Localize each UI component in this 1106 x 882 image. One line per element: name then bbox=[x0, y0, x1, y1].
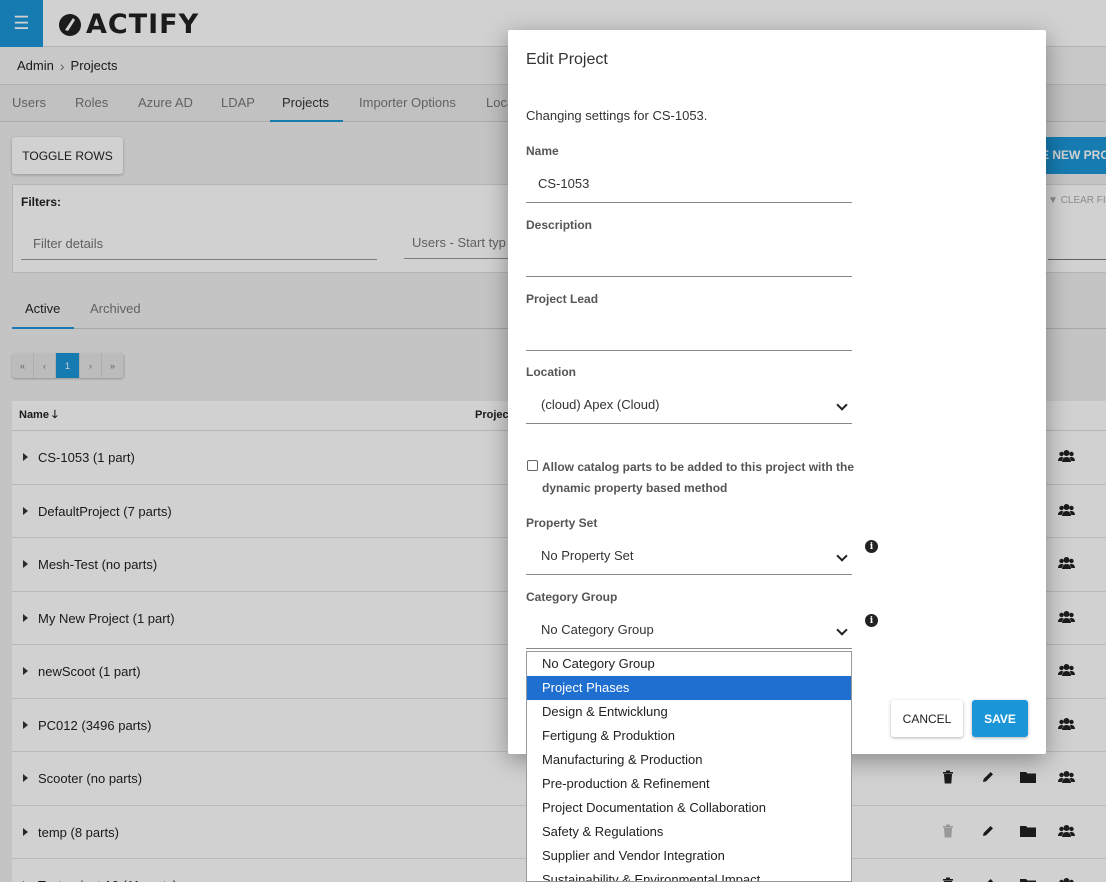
category-group-dropdown: No Category Group Project Phases Design & … bbox=[526, 651, 852, 882]
info-icon[interactable]: i bbox=[865, 614, 878, 627]
dialog-subtitle: Changing settings for CS-1053. bbox=[526, 108, 708, 123]
project-lead-input[interactable] bbox=[526, 315, 852, 351]
info-icon[interactable]: i bbox=[865, 540, 878, 553]
category-option[interactable]: Supplier and Vendor Integration bbox=[527, 844, 851, 868]
description-label: Description bbox=[526, 218, 593, 232]
property-set-label: Property Set bbox=[526, 516, 598, 530]
chevron-down-icon bbox=[836, 550, 848, 562]
location-value: (cloud) Apex (Cloud) bbox=[541, 397, 660, 412]
category-option[interactable]: Design & Entwicklung bbox=[527, 700, 851, 724]
property-set-value: No Property Set bbox=[541, 548, 634, 563]
category-option[interactable]: Manufacturing & Production bbox=[527, 748, 851, 772]
category-option[interactable]: Pre-production & Refinement bbox=[527, 772, 851, 796]
allow-catalog-checkbox[interactable] bbox=[527, 460, 538, 471]
category-option[interactable]: Project Documentation & Collaboration bbox=[527, 796, 851, 820]
chevron-down-icon bbox=[836, 399, 848, 411]
cancel-button[interactable]: CANCEL bbox=[891, 700, 963, 737]
location-select[interactable]: (cloud) Apex (Cloud) bbox=[526, 388, 852, 424]
category-option[interactable]: Sustainability & Environmental Impact bbox=[527, 868, 851, 881]
save-button[interactable]: SAVE bbox=[972, 700, 1028, 737]
dialog-title: Edit Project bbox=[526, 51, 608, 68]
name-input[interactable]: CS-1053 bbox=[526, 167, 852, 203]
category-group-label: Category Group bbox=[526, 590, 618, 604]
name-label: Name bbox=[526, 144, 559, 158]
edit-project-dialog: Edit Project Changing settings for CS-10… bbox=[508, 30, 1046, 754]
allow-catalog-label: Allow catalog parts to be added to this … bbox=[542, 460, 855, 495]
category-option[interactable]: Safety & Regulations bbox=[527, 820, 851, 844]
property-set-select[interactable]: No Property Set bbox=[526, 539, 852, 575]
project-lead-label: Project Lead bbox=[526, 292, 599, 306]
description-input[interactable] bbox=[526, 241, 852, 277]
category-option[interactable]: Fertigung & Produktion bbox=[527, 724, 851, 748]
location-label: Location bbox=[526, 365, 576, 379]
category-option[interactable]: No Category Group bbox=[527, 652, 851, 676]
chevron-down-icon bbox=[836, 624, 848, 636]
category-group-select[interactable]: No Category Group bbox=[526, 613, 852, 649]
category-group-value: No Category Group bbox=[541, 622, 654, 637]
category-option[interactable]: Project Phases bbox=[527, 676, 851, 700]
